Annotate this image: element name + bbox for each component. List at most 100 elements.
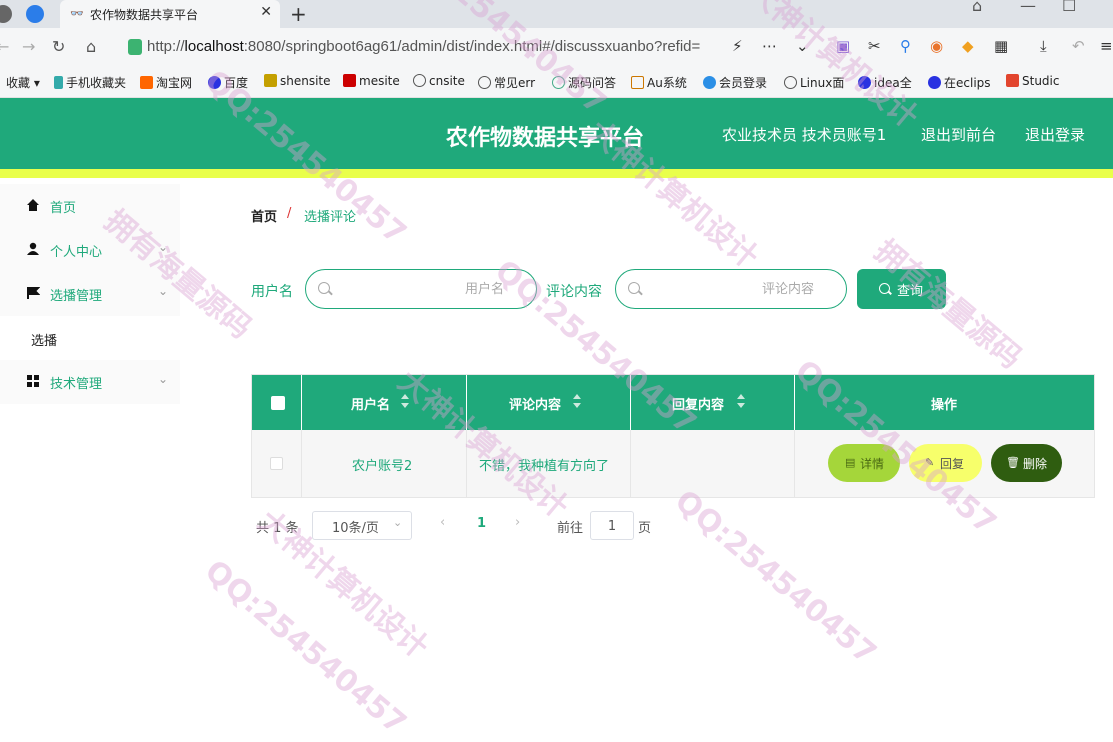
bookmark-item[interactable]: 淘宝网: [140, 74, 192, 91]
lightning-icon[interactable]: ⚡: [732, 37, 743, 55]
search-icon: [318, 282, 330, 294]
bookmark-item[interactable]: 会员登录: [703, 74, 767, 91]
logout-link[interactable]: 退出登录: [1025, 124, 1085, 145]
sort-icon[interactable]: [737, 394, 745, 410]
window-maximize-icon[interactable]: ☐: [1062, 0, 1076, 15]
row-checkbox[interactable]: [270, 457, 283, 470]
bookmark-label: 百度: [224, 76, 249, 90]
cell-text: 农户账号2: [352, 459, 413, 474]
window-minimize-icon[interactable]: —: [1020, 0, 1036, 15]
forward-icon[interactable]: →: [22, 37, 35, 56]
next-page-icon[interactable]: ›: [515, 515, 520, 530]
url-text: http://localhost:8080/springboot6ag61/ad…: [147, 38, 700, 55]
pinned-tab-icon[interactable]: [26, 5, 44, 23]
delete-button[interactable]: 🗑 删除: [991, 444, 1062, 482]
window-pin-icon[interactable]: ⌂: [972, 0, 982, 15]
sidebar-item-home[interactable]: 首页: [0, 184, 180, 228]
chevron-down-icon: ⌄: [158, 240, 169, 254]
cloud-icon: [703, 76, 716, 89]
url-path: :8080/springboot6ag61/admin/dist/index.h…: [243, 38, 701, 55]
breadcrumb-home[interactable]: 首页: [251, 206, 277, 225]
bookmark-item[interactable]: 源码问答: [552, 74, 616, 91]
username-search-label: 用户名: [251, 284, 293, 300]
tab-close-icon[interactable]: ✕: [260, 4, 272, 20]
flag-icon: [27, 287, 40, 299]
column-username[interactable]: 用户名: [302, 375, 467, 430]
bookmark-item[interactable]: cnsite: [413, 74, 465, 88]
bookmark-item[interactable]: Linux面: [784, 74, 844, 91]
au-icon: [631, 76, 644, 89]
fox-icon[interactable]: ◆: [962, 37, 974, 55]
column-content[interactable]: 评论内容: [467, 375, 631, 430]
cell-reply: [631, 430, 795, 497]
to-front-link[interactable]: 退出到前台: [921, 124, 996, 145]
sidebar-item-label: 个人中心: [50, 245, 103, 260]
bookmark-item[interactable]: mesite: [343, 74, 400, 88]
username-search-input[interactable]: [305, 269, 537, 309]
reply-button[interactable]: ✎ 回复: [909, 444, 982, 482]
query-button[interactable]: 查询: [857, 269, 946, 309]
bookmark-item[interactable]: 常见err: [478, 74, 535, 91]
browser-tabbar: 👓 农作物数据共享平台 ✕ + ⌂ — ☐: [0, 0, 1113, 28]
game-icon[interactable]: ◉: [930, 37, 943, 55]
content-search-input[interactable]: [615, 269, 847, 309]
apps-grid-icon[interactable]: ▦: [994, 37, 1008, 55]
column-reply[interactable]: 回复内容: [631, 375, 795, 430]
bookmark-item[interactable]: 百度: [208, 74, 248, 91]
cut-icon[interactable]: ✂: [868, 37, 881, 55]
username-input-field[interactable]: [336, 278, 506, 300]
header-accent-bar: [0, 169, 1113, 178]
chevron-down-icon: ⌄: [158, 372, 169, 386]
url-prefix: http://: [147, 38, 185, 55]
edit-icon: ✎: [925, 456, 935, 469]
sort-icon[interactable]: [573, 394, 581, 410]
current-user: 农业技术员 技术员账号1: [722, 126, 887, 144]
goto-page-input[interactable]: [590, 511, 634, 540]
sidebar-item-xuanbo-manage[interactable]: 选播管理 ⌄: [0, 272, 180, 316]
back-icon[interactable]: ←: [0, 37, 9, 56]
detail-button[interactable]: ▤ 详情: [828, 444, 900, 482]
sort-icon[interactable]: [401, 394, 409, 410]
bookmark-item[interactable]: Studic: [1006, 74, 1059, 88]
undo-icon[interactable]: ↶: [1072, 37, 1085, 55]
bookmark-item[interactable]: 手机收藏夹: [54, 74, 126, 91]
select-all-checkbox[interactable]: [271, 396, 285, 410]
page-size-select[interactable]: 10条/页 ⌄: [312, 511, 412, 540]
content-input-field[interactable]: [646, 278, 816, 300]
new-tab-icon[interactable]: +: [290, 2, 307, 26]
prev-page-icon[interactable]: ‹: [440, 515, 445, 530]
more-icon[interactable]: ⋯: [762, 37, 777, 55]
sidebar-subitem-xuanbo[interactable]: 选播: [31, 330, 57, 349]
bookmark-label: idea全: [874, 76, 912, 90]
reply-button-label: 回复: [940, 457, 965, 471]
home-icon[interactable]: ⌂: [86, 37, 96, 56]
bookmark-label: 源码问答: [568, 76, 617, 90]
url-input[interactable]: http://localhost:8080/springboot6ag61/ad…: [120, 33, 820, 61]
reload-icon[interactable]: ↻: [52, 37, 65, 56]
search-ext-icon[interactable]: ⚲: [900, 37, 911, 55]
translate-icon[interactable]: ▣: [836, 37, 850, 55]
bookmark-item[interactable]: shensite: [264, 74, 331, 88]
sidebar-item-tech-manage[interactable]: 技术管理 ⌄: [0, 360, 180, 404]
bookmark-item[interactable]: Au系统: [631, 74, 687, 91]
bookmark-item[interactable]: idea全: [858, 74, 912, 91]
sidebar-item-label: 选播管理: [50, 289, 103, 304]
content-search-label: 评论内容: [546, 284, 602, 300]
download-icon[interactable]: ⤓: [1040, 37, 1047, 55]
sidebar-item-personal[interactable]: 个人中心 ⌄: [0, 228, 180, 272]
column-header-label: 回复内容: [672, 398, 725, 413]
menu-icon[interactable]: ≡: [1100, 37, 1113, 55]
delete-button-label: 删除: [1023, 457, 1048, 471]
baidu-icon: [928, 76, 941, 89]
phone-icon: [54, 76, 63, 89]
app-title: 农作物数据共享平台: [446, 126, 645, 151]
bookmark-favorites[interactable]: 收藏 ▾: [6, 74, 40, 91]
dropdown-icon[interactable]: ⌄: [796, 37, 809, 55]
browser-menu-icon[interactable]: [0, 5, 12, 23]
page-number-current[interactable]: 1: [477, 516, 486, 531]
bookmark-item[interactable]: 在eclips: [928, 74, 991, 91]
pagination-total: 共 1 条: [256, 521, 299, 536]
goto-page-field[interactable]: [591, 515, 633, 537]
column-header-label: 操作: [931, 398, 958, 413]
tab-active[interactable]: 👓 农作物数据共享平台 ✕: [60, 0, 280, 28]
